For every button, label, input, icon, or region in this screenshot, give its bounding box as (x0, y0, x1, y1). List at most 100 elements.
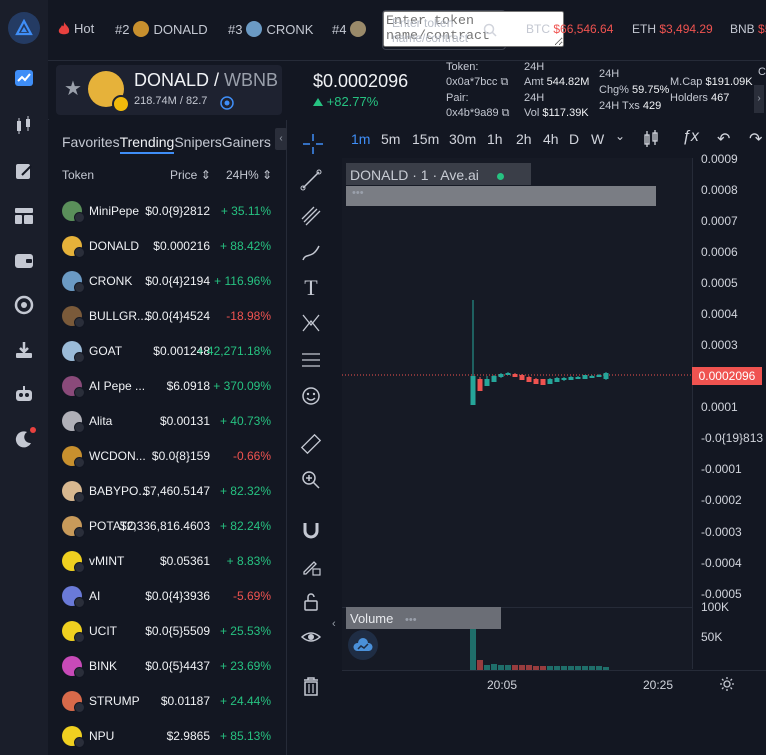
crosshair-icon[interactable] (301, 132, 325, 156)
search-placeholder: Enter token name/contract (392, 16, 469, 45)
token-row[interactable]: GOAT $0.001248 + 42,271.18% (48, 334, 286, 369)
emoji-icon[interactable] (299, 384, 323, 408)
token-name: BULLGR... (89, 309, 148, 323)
chevron-down-icon[interactable]: ⌄ (615, 129, 625, 143)
sort-icon[interactable]: ⇕ (201, 168, 211, 182)
token-row[interactable]: AI Pepe ... $6.0918 + 370.09% (48, 369, 286, 404)
timeframe-W[interactable]: W (591, 131, 604, 147)
ticker-btc[interactable]: BTC $66,546.64 (526, 22, 613, 36)
brush-icon[interactable] (299, 241, 323, 265)
channel-icon[interactable] (299, 204, 323, 228)
token-row[interactable]: NPU $2.9865 + 85.13% (48, 719, 286, 754)
col-price[interactable]: Price ⇕ (170, 168, 211, 182)
token-row[interactable]: Alita $0.00131 + 40.73% (48, 404, 286, 439)
time-axis[interactable] (342, 670, 766, 701)
tab-trending[interactable]: Trending (119, 134, 175, 154)
pattern-icon[interactable] (299, 311, 323, 335)
token-row[interactable]: BABYPO... $7,460.5147 + 82.32% (48, 474, 286, 509)
hot-item-4[interactable]: #4 (332, 21, 367, 37)
live-dot (496, 172, 504, 180)
hot-item-cronk[interactable]: #3 CRONK (228, 21, 313, 37)
unlock-icon[interactable] (299, 590, 323, 614)
notification-dot (30, 427, 36, 433)
redo-icon[interactable]: ↷ (749, 129, 762, 149)
copy-icon[interactable]: ⧉ (500, 76, 508, 88)
token-address[interactable]: 0x0a*7bcc ⧉ (446, 76, 508, 89)
tab-gainers[interactable]: Gainers (222, 134, 271, 154)
candle (484, 379, 490, 386)
token-row[interactable]: WCDON... $0.0{8}159 -0.66% (48, 439, 286, 474)
tab-favorites[interactable]: Favorites (62, 134, 120, 154)
token-row[interactable]: UCIT $0.0{5}5509 + 25.53% (48, 614, 286, 649)
token-row[interactable]: MiniPepe $0.0{9}2812 + 35.11% (48, 194, 286, 229)
zoom-in-icon[interactable] (299, 468, 323, 492)
robot-icon[interactable] (12, 382, 36, 406)
ticker-bnb[interactable]: BNB $5 (730, 22, 766, 36)
sort-icon[interactable]: ⇕ (262, 168, 272, 182)
undo-icon[interactable]: ↶ (717, 129, 730, 149)
ave-cloud-icon[interactable] (348, 630, 378, 660)
timeframe-4h[interactable]: 4h (543, 131, 559, 147)
timeframe-5m[interactable]: 5m (381, 131, 400, 147)
lock-drawing-icon[interactable] (299, 554, 323, 578)
timeframe-D[interactable]: D (569, 131, 579, 147)
search-icon[interactable] (483, 23, 497, 37)
timeframe-1h[interactable]: 1h (487, 131, 503, 147)
token-row[interactable]: DONALD $0.000216 + 88.42% (48, 229, 286, 264)
token-row[interactable]: STRUMP $0.01187 + 24.44% (48, 684, 286, 719)
collapse-panel-button[interactable]: ‹ (275, 128, 287, 150)
candle-type-icon[interactable] (643, 130, 659, 148)
notes-icon[interactable] (12, 159, 36, 183)
radar-icon[interactable] (12, 293, 36, 317)
measure-lines-icon[interactable] (299, 348, 323, 372)
copy-icon[interactable]: ⧉ (502, 107, 510, 119)
price-axis-label: -0.0004 (701, 556, 742, 570)
chevron-left-icon[interactable]: ‹ (332, 618, 336, 630)
token-row[interactable]: BULLGR... $0.0{4}4524 -18.98% (48, 299, 286, 334)
token-search[interactable]: Enter token name/contract (382, 10, 564, 50)
candle (568, 377, 574, 380)
token-row[interactable]: POTATO $2,336,816.4603 + 82.24% (48, 509, 286, 544)
app-logo[interactable] (8, 12, 40, 44)
token-change: + 82.24% (219, 519, 271, 533)
trend-line-icon[interactable] (299, 168, 323, 192)
download-icon[interactable] (12, 338, 36, 362)
token-row[interactable]: CRONK $0.0{4}2194 + 116.96% (48, 264, 286, 299)
timeframe-1m[interactable]: 1m (351, 131, 370, 147)
coin-icon (350, 21, 367, 37)
token-price: $7,460.5147 (143, 484, 210, 498)
text-tool-icon[interactable]: T (299, 275, 323, 300)
trash-icon[interactable] (299, 674, 323, 698)
price-chart[interactable] (342, 158, 692, 607)
token-row[interactable]: BINK $0.0{5}4437 + 23.69% (48, 649, 286, 684)
wallet-icon[interactable] (12, 249, 36, 273)
time-label-2005: 20:05 (487, 678, 518, 692)
hot-item-donald[interactable]: #2 DONALD (115, 21, 208, 37)
chevron-right-icon[interactable]: › (754, 85, 764, 113)
globe-icon[interactable] (220, 96, 234, 110)
theme-moon-icon[interactable] (12, 427, 36, 451)
tab-snipers[interactable]: Snipers (174, 134, 221, 154)
mcap-stat: M.Cap $191.09K (670, 76, 753, 88)
dashboard-icon[interactable] (12, 204, 36, 228)
timeframe-2h[interactable]: 2h (516, 131, 532, 147)
token-row[interactable]: AI $0.0{4}3936 -5.69% (48, 579, 286, 614)
candles-icon[interactable] (12, 113, 36, 137)
ruler-icon[interactable] (299, 432, 323, 456)
pair-address[interactable]: 0x4b*9a89 ⧉ (446, 107, 510, 120)
visibility-icon[interactable] (299, 625, 323, 649)
token-name: AI (89, 589, 101, 603)
token-price: $0.0{9}2812 (145, 204, 210, 218)
ticker-eth[interactable]: ETH $3,494.29 (632, 22, 713, 36)
hot-label[interactable]: Hot (58, 21, 94, 36)
indicators-fx-icon[interactable]: ƒx (682, 128, 699, 146)
timeframe-15m[interactable]: 15m (412, 131, 439, 147)
magnet-icon[interactable] (299, 518, 323, 542)
market-icon[interactable] (12, 66, 36, 90)
col-change[interactable]: 24H% ⇕ (226, 168, 272, 182)
favorite-star-icon[interactable]: ★ (64, 79, 84, 99)
settings-gear-icon[interactable] (719, 676, 735, 692)
token-change: + 85.13% (219, 729, 271, 743)
token-row[interactable]: vMINT $0.05361 + 8.83% (48, 544, 286, 579)
timeframe-30m[interactable]: 30m (449, 131, 476, 147)
